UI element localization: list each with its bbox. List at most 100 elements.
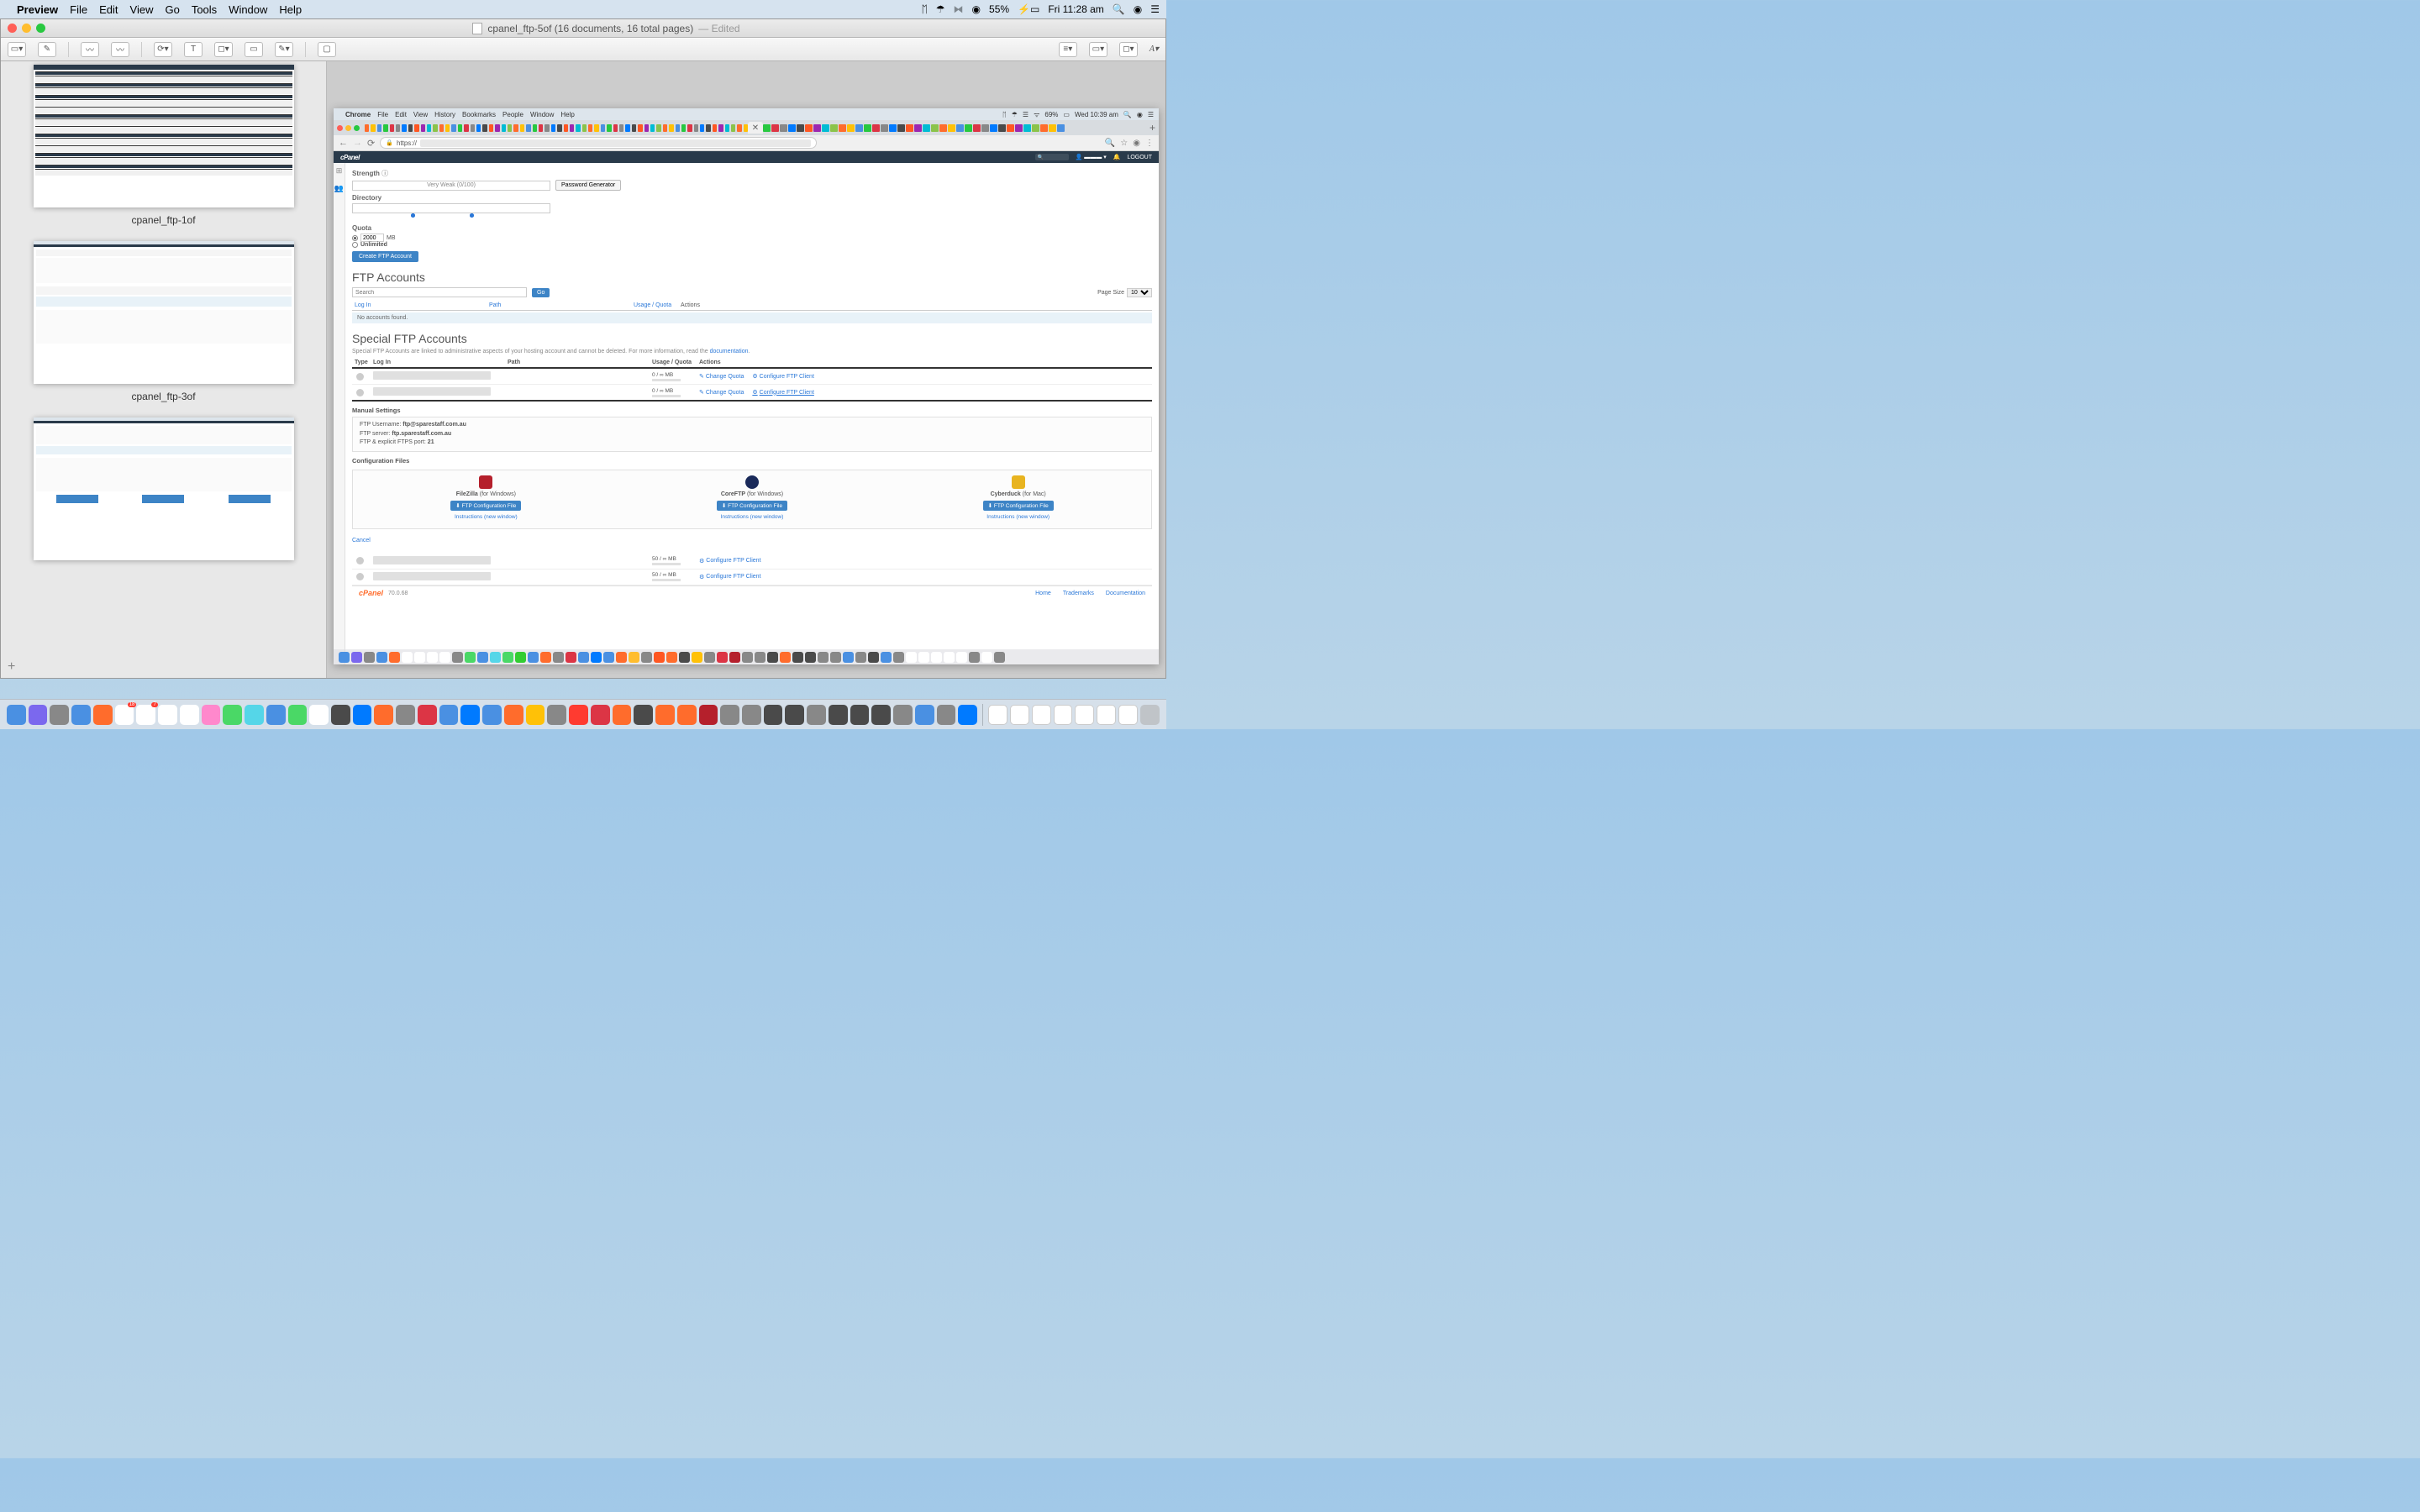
- dock-app-icon[interactable]: [526, 705, 545, 725]
- dock-app-icon[interactable]: [504, 705, 523, 725]
- dock-minimized-window[interactable]: [1032, 705, 1051, 725]
- minimize-button[interactable]: [22, 24, 31, 33]
- menu-help[interactable]: Help: [279, 3, 302, 16]
- dock-app-icon[interactable]: [677, 705, 697, 725]
- close-button[interactable]: [8, 24, 17, 33]
- dock-app-icon[interactable]: [29, 705, 48, 725]
- cyberduck-instructions-link: Instructions (new window): [888, 514, 1148, 520]
- menu-file[interactable]: File: [70, 3, 87, 16]
- dock-app-icon[interactable]: [288, 705, 308, 725]
- dock-app-icon[interactable]: [937, 705, 956, 725]
- add-page-button[interactable]: +: [8, 659, 15, 675]
- login-redacted: [373, 572, 491, 580]
- crop-button[interactable]: ▢: [318, 42, 336, 57]
- dock-app-icon[interactable]: [655, 705, 675, 725]
- battery-icon[interactable]: ⚡▭: [1018, 3, 1039, 15]
- dock-app-icon: [805, 652, 816, 663]
- rotate-button[interactable]: ⟳▾: [154, 42, 172, 57]
- menu-go[interactable]: Go: [165, 3, 179, 16]
- notification-center-icon[interactable]: ☰: [1150, 3, 1160, 15]
- sign-button[interactable]: ✎▾: [275, 42, 293, 57]
- dock-app-icon[interactable]: [223, 705, 242, 725]
- dock-app-icon[interactable]: [785, 705, 804, 725]
- dock-minimized-window[interactable]: [1054, 705, 1073, 725]
- dock-app-icon[interactable]: [460, 705, 480, 725]
- dock-app-icon[interactable]: [202, 705, 221, 725]
- dock-app-icon[interactable]: [871, 705, 891, 725]
- dock-app-icon[interactable]: [829, 705, 848, 725]
- battery-percent[interactable]: 55%: [989, 3, 1009, 15]
- menu-tools[interactable]: Tools: [192, 3, 217, 16]
- dock-minimized-window[interactable]: [988, 705, 1007, 725]
- dock-app-icon[interactable]: [958, 705, 977, 725]
- thumbnail-3[interactable]: [18, 417, 309, 560]
- dock-app-icon[interactable]: [71, 705, 91, 725]
- dock-app-icon[interactable]: [634, 705, 653, 725]
- menu-window[interactable]: Window: [229, 3, 267, 16]
- text-button[interactable]: T: [184, 42, 203, 57]
- dock-app-icon[interactable]: [915, 705, 934, 725]
- dock-app-icon[interactable]: [893, 705, 913, 725]
- dock-app-icon[interactable]: [613, 705, 632, 725]
- dock-minimized-window[interactable]: [1097, 705, 1116, 725]
- dock-app-icon[interactable]: [850, 705, 870, 725]
- tab-favicon: [990, 124, 997, 132]
- trash-icon[interactable]: [1140, 705, 1160, 725]
- dock-app-icon[interactable]: [374, 705, 393, 725]
- display-icon[interactable]: ◉: [972, 3, 981, 15]
- siri-icon[interactable]: ◉: [1134, 3, 1142, 15]
- markup-button[interactable]: 〰: [111, 42, 129, 57]
- highlight-button[interactable]: 〰: [81, 42, 99, 57]
- manual-settings-box: FTP Username: ftp@sparestaff.com.au FTP …: [352, 417, 1152, 452]
- bluetooth-icon[interactable]: ⧓: [954, 3, 964, 15]
- menu-edit[interactable]: Edit: [99, 3, 118, 16]
- dock-app-icon[interactable]: [418, 705, 437, 725]
- line-style-button[interactable]: ≡▾: [1059, 42, 1077, 57]
- dock-app-icon[interactable]: [266, 705, 286, 725]
- dock-app-icon[interactable]: [396, 705, 415, 725]
- menu-view[interactable]: View: [130, 3, 154, 16]
- dock-app-icon[interactable]: [764, 705, 783, 725]
- info-button[interactable]: ✎: [38, 42, 56, 57]
- lock-icon: 🔒: [386, 139, 393, 146]
- outer-dock[interactable]: 187: [0, 699, 1166, 729]
- dock-app-icon[interactable]: [7, 705, 26, 725]
- dock-app-icon[interactable]: 18: [115, 705, 134, 725]
- border-button[interactable]: ▭▾: [1089, 42, 1107, 57]
- dock-app-icon[interactable]: [569, 705, 588, 725]
- dock-app-icon[interactable]: [50, 705, 69, 725]
- dock-app-icon[interactable]: [353, 705, 372, 725]
- dock-app-icon[interactable]: [331, 705, 350, 725]
- dock-minimized-window[interactable]: [1118, 705, 1138, 725]
- spotlight-icon[interactable]: 🔍: [1113, 3, 1125, 15]
- zoom-button[interactable]: [36, 24, 45, 33]
- dock-app-icon[interactable]: [720, 705, 739, 725]
- dock-app-icon[interactable]: [180, 705, 199, 725]
- dock-app-icon[interactable]: [309, 705, 329, 725]
- fill-button[interactable]: ◻▾: [1119, 42, 1138, 57]
- thumbnail-2[interactable]: cpanel_ftp-3of: [18, 241, 309, 402]
- dock-app-icon[interactable]: [742, 705, 761, 725]
- clock[interactable]: Fri 11:28 am: [1048, 3, 1103, 15]
- dock-app-icon[interactable]: [591, 705, 610, 725]
- malwarebytes-icon[interactable]: ᛖ: [922, 3, 928, 15]
- font-button[interactable]: A▾: [1150, 42, 1159, 57]
- view-mode-button[interactable]: ▭▾: [8, 42, 26, 57]
- dock-minimized-window[interactable]: [1010, 705, 1029, 725]
- dock-app-icon[interactable]: [547, 705, 566, 725]
- thumbnail-1[interactable]: cpanel_ftp-1of: [18, 65, 309, 226]
- dock-app-icon[interactable]: [245, 705, 264, 725]
- dock-app-icon[interactable]: [699, 705, 718, 725]
- dock-app-icon[interactable]: 7: [136, 705, 155, 725]
- dock-app-icon[interactable]: [807, 705, 826, 725]
- app-name[interactable]: Preview: [17, 3, 58, 16]
- note-button[interactable]: ▭: [245, 42, 263, 57]
- dock-minimized-window[interactable]: [1075, 705, 1094, 725]
- dock-app-icon[interactable]: [158, 705, 177, 725]
- shape-button[interactable]: ◻▾: [214, 42, 233, 57]
- preview-sidebar[interactable]: cpanel_ftp-1of cpanel_ftp-3of +: [1, 61, 327, 678]
- dock-app-icon[interactable]: [439, 705, 459, 725]
- dock-app-icon[interactable]: [482, 705, 502, 725]
- avira-icon[interactable]: ☂: [936, 3, 945, 15]
- dock-app-icon[interactable]: [93, 705, 113, 725]
